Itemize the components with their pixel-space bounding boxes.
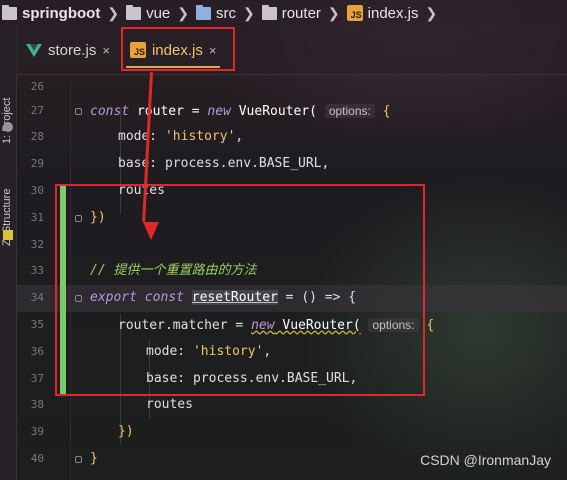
chevron-right-icon: ❯ <box>327 4 340 21</box>
tab-index-js[interactable]: JS index.js × <box>120 26 226 74</box>
structure-icon <box>3 230 13 240</box>
function-name-highlight: resetRouter <box>191 290 278 306</box>
breadcrumb-item-router[interactable]: router <box>261 4 321 22</box>
fold-icon[interactable] <box>75 214 82 222</box>
parameter-hint: options: <box>324 103 375 118</box>
breadcrumb-item-src[interactable]: src <box>195 4 236 22</box>
fold-icon[interactable] <box>75 455 82 463</box>
folder-icon <box>261 4 277 20</box>
js-file-icon: JS <box>129 42 146 58</box>
chevron-right-icon: ❯ <box>177 4 189 21</box>
annotation-arrow-head <box>143 222 159 240</box>
code-line: 39 }) <box>30 424 134 440</box>
project-icon <box>3 122 13 132</box>
code-line-current: 34 export const resetRouter = () => { <box>16 285 567 312</box>
vue-file-icon <box>26 43 42 57</box>
folder-icon <box>2 4 17 20</box>
editor-tabs: store.js × JS index.js × <box>16 26 567 75</box>
close-icon[interactable]: × <box>209 43 217 58</box>
breadcrumb-item-springboot[interactable]: springboot <box>2 4 100 22</box>
fold-icon[interactable] <box>75 295 82 303</box>
code-line: 27 const router = new VueRouter( options… <box>30 103 391 119</box>
tool-window-strip: 1: Project Z: Structure <box>0 26 17 480</box>
parameter-hint: options: <box>368 317 419 332</box>
code-editor[interactable]: 26 27 const router = new VueRouter( opti… <box>16 74 567 480</box>
code-line: 38 routes <box>30 397 193 413</box>
folder-icon <box>126 4 142 20</box>
code-line: 35 router.matcher = new VueRouter( optio… <box>30 317 435 333</box>
code-line: 36 mode: 'history', <box>30 343 272 359</box>
code-line: 28 mode: 'history', <box>30 129 244 145</box>
js-file-icon: JS <box>346 5 363 21</box>
chevron-right-icon: ❯ <box>242 4 255 21</box>
chevron-right-icon: ❯ <box>107 4 120 21</box>
breadcrumb: springboot ❯ vue ❯ src ❯ router ❯ JS ind… <box>0 0 567 26</box>
source-folder-icon <box>195 4 211 20</box>
code-line: 31 }) <box>30 209 106 225</box>
fold-icon[interactable] <box>75 107 82 115</box>
code-line: 29 base: process.env.BASE_URL, <box>30 156 330 172</box>
code-line: 32 <box>30 237 44 251</box>
code-line: 37 base: process.env.BASE_URL, <box>30 370 358 386</box>
close-icon[interactable]: × <box>102 43 110 58</box>
breadcrumb-item-index-js[interactable]: JS index.js <box>346 5 419 22</box>
code-line: 30 routes <box>30 182 165 198</box>
breadcrumb-item-vue[interactable]: vue <box>126 4 170 22</box>
vcs-change-marker <box>60 184 66 395</box>
watermark: CSDN @IronmanJay <box>420 452 551 468</box>
chevron-right-icon: ❯ <box>425 4 438 21</box>
code-comment: // 提供一个重置路由的方法 <box>90 263 257 279</box>
code-line: 33 // 提供一个重置路由的方法 <box>16 258 567 285</box>
tab-store-js[interactable]: store.js × <box>16 26 120 74</box>
